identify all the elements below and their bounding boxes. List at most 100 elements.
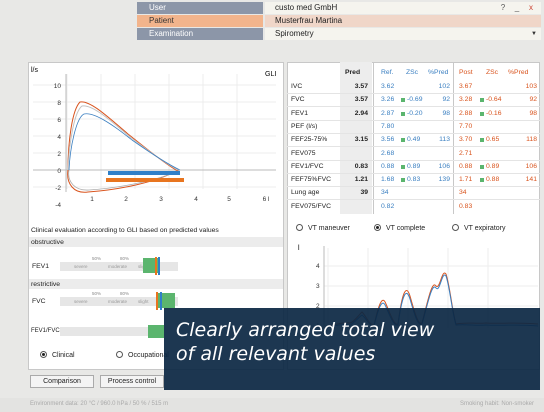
table-row: FEV1 2.94 2.87 98 2.88 98 -0.20 -0.16	[287, 107, 540, 121]
radio-clinical[interactable]: Clinical	[40, 351, 75, 360]
flow-xtick: 1	[90, 196, 94, 203]
fvc-gauge-marker-ref	[160, 292, 162, 310]
table-cell-post: 1.71	[459, 176, 473, 184]
environment-data: Environment data: 20 °C / 960.0 hPa / 50…	[30, 401, 169, 407]
flow-ytick: 2	[57, 151, 61, 158]
table-cell-z: -0.20	[407, 109, 423, 117]
obstructive-label: obstructive	[31, 239, 64, 246]
table-cell-z2: 0.89	[486, 162, 500, 170]
zscore-marker-icon	[480, 111, 484, 116]
table-cell-pred: 0.83	[354, 162, 368, 170]
table-cell-name: PEF (l/s)	[291, 122, 318, 130]
table-cell-pct: 102	[438, 83, 450, 90]
table-cell-name: Lung age	[291, 189, 320, 197]
table-cell-ref: 3.62	[381, 83, 395, 90]
radio-dot-icon	[116, 351, 123, 358]
table-cell-pred: 39	[360, 189, 368, 197]
results-table: Pred Ref. ZSc %Pred Post ZSc %Pred IVC 3.…	[287, 62, 540, 214]
radio-vt-expiratory[interactable]: VT expiratory	[452, 224, 506, 233]
chevron-down-icon[interactable]: ▼	[531, 28, 537, 40]
zscore-marker-icon	[480, 138, 484, 143]
table-row: Lung age 39 34 34	[287, 186, 540, 201]
table-cell-z2: -0.64	[486, 96, 502, 104]
flow-ylabel: l/s	[31, 67, 39, 74]
table-cell-post: 7.70	[459, 122, 473, 130]
fev1fvc-gauge	[60, 327, 160, 336]
vt-ytick: 3	[316, 283, 320, 290]
patient-row[interactable]: Patient Musterfrau Martina	[137, 15, 541, 27]
table-cell-pct2: 118	[526, 136, 537, 144]
callout-line-1: Clearly arranged total view	[176, 319, 435, 341]
table-cell-pct: 113	[439, 136, 450, 144]
table-row: FEV075 2.68 2.71	[287, 147, 540, 161]
radio-occupational[interactable]: Occupational	[116, 351, 169, 360]
help-icon[interactable]: ?	[496, 2, 510, 13]
close-icon[interactable]: x	[524, 2, 538, 13]
table-cell-name: FEV1	[291, 109, 308, 117]
vt-radio-group: VT maneuver VT complete VT expiratory	[287, 221, 540, 235]
table-cell-post: 3.28	[459, 96, 473, 104]
table-cell-post: 2.88	[459, 109, 473, 117]
feature-callout: Clearly arranged total view of all relev…	[164, 308, 540, 390]
flow-xtick: 3	[159, 196, 163, 203]
zscore-marker-icon	[480, 98, 484, 103]
fev1-gauge-marker-ref	[158, 257, 160, 275]
table-cell-name: FEV075/FVC	[291, 202, 332, 210]
flow-ytick: 0	[57, 168, 61, 175]
table-cell-pct2: 103	[525, 83, 537, 90]
fvc-gauge-label: FVC	[32, 298, 46, 305]
table-cell-name: FEV1/FVC	[291, 162, 324, 170]
radio-vt-complete[interactable]: VT complete	[374, 224, 425, 233]
vt-ylabel: l	[298, 245, 300, 252]
restrictive-label: restrictive	[31, 281, 61, 288]
table-row: FEV075/FVC 0.82 0.83	[287, 200, 540, 213]
table-cell-name: FEF75%FVC	[291, 176, 332, 184]
table-cell-post: 0.83	[459, 202, 473, 210]
zscore-marker-icon	[401, 98, 405, 103]
patient-value[interactable]: Musterfrau Martina	[265, 15, 541, 27]
comparison-button[interactable]: Comparison	[30, 375, 94, 388]
table-cell-post: 3.67	[459, 83, 473, 90]
table-cell-ref: 3.26	[381, 96, 395, 104]
table-cell-pred: 3.57	[354, 83, 368, 90]
fev1-gauge-label: FEV1	[32, 263, 49, 270]
examination-row[interactable]: Examination Spirometry	[137, 28, 541, 40]
radio-dot-icon	[452, 224, 459, 231]
table-cell-post: 0.88	[459, 162, 473, 170]
flow-gli-label: GLI	[265, 71, 276, 78]
examination-select[interactable]: Spirometry	[265, 28, 541, 40]
table-cell-pred: 2.94	[354, 109, 368, 117]
table-cell-ref: 2.87	[381, 109, 395, 117]
process-control-button[interactable]: Process control	[100, 375, 164, 388]
table-cell-z: 0.89	[407, 162, 421, 170]
flow-ytick: 6	[57, 117, 61, 124]
table-cell-z2: -0.16	[486, 109, 502, 117]
table-cell-ref: 0.82	[381, 202, 395, 210]
table-cell-name: FVC	[291, 96, 305, 104]
table-row: PEF (l/s) 7.80 7.70	[287, 120, 540, 134]
table-row: FVC 3.57 3.26 92 3.28 92 -0.69 -0.64	[287, 93, 540, 108]
table-cell-post: 3.70	[459, 136, 473, 144]
table-cell-z2: 0.88	[486, 176, 500, 184]
table-cell-pct: 106	[438, 162, 450, 170]
table-cell-ref: 7.80	[381, 122, 395, 130]
minimize-icon[interactable]: _	[510, 2, 524, 13]
zscore-marker-icon	[401, 178, 405, 183]
volume-bar-post	[106, 178, 184, 182]
fev1-gauge: severe moderate slight	[60, 262, 178, 271]
fev1fvc-gauge-label: FEV1/FVC	[31, 328, 60, 334]
table-cell-z: -0.69	[407, 96, 423, 104]
user-label: User	[137, 2, 263, 14]
flow-xtick: 5	[227, 196, 231, 203]
flow-ytick: -4	[55, 202, 61, 209]
flow-xtick: 6 l	[263, 196, 270, 203]
table-cell-pct: 98	[442, 109, 450, 117]
flow-volume-chart: l/s GLI 10 8 6 4 2 0 -2 -4 1 2 3 4 5 6 l	[31, 67, 276, 209]
table-cell-z: 0.49	[407, 136, 421, 144]
radio-vt-maneuver[interactable]: VT maneuver	[296, 224, 350, 233]
table-cell-pct2: 106	[525, 162, 537, 170]
table-cell-ref: 2.68	[381, 149, 395, 157]
fev1-gauge-marker	[155, 257, 157, 275]
table-cell-name: FEF25-75%	[291, 136, 328, 144]
table-cell-name: FEV075	[291, 149, 316, 157]
